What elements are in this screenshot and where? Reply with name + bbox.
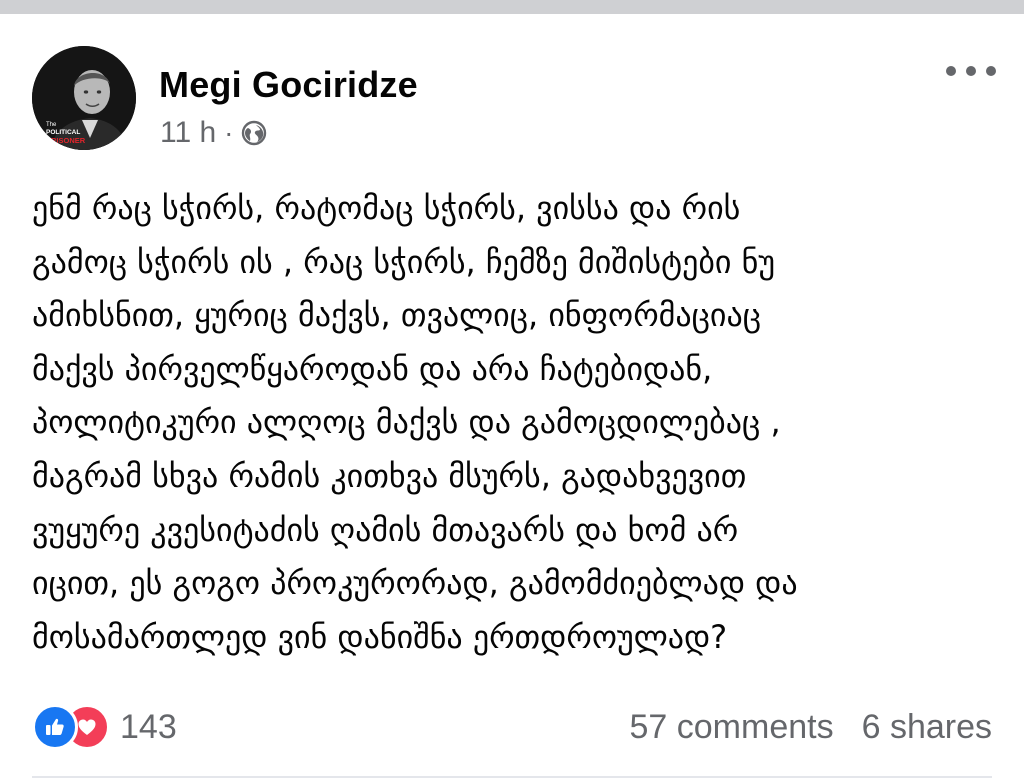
reaction-count: 143: [120, 707, 177, 746]
engagement-counts: 57 comments 6 shares: [630, 708, 993, 747]
like-icon: [32, 704, 78, 750]
author-avatar[interactable]: The POLITICAL PRISONER: [32, 46, 136, 150]
more-dot: [966, 66, 976, 76]
post-timestamp[interactable]: 11 h: [160, 116, 216, 150]
top-divider-strip: [0, 0, 1024, 14]
reactions-summary[interactable]: 143: [32, 704, 177, 750]
avatar-image: The POLITICAL PRISONER: [32, 46, 136, 150]
shares-count-link[interactable]: 6 shares: [862, 708, 992, 747]
author-name[interactable]: Megi Gociridze: [159, 64, 418, 106]
more-dot: [946, 66, 956, 76]
meta-separator: ·: [224, 117, 234, 148]
post-body-text: ენმ რაც სჭირს, რატომაც სჭირს, ვისსა და რ…: [32, 189, 798, 656]
facebook-post: The POLITICAL PRISONER Megi Gociridze 11…: [0, 14, 1024, 779]
avatar-caption-1: The: [46, 122, 57, 128]
post-meta: 11 h ·: [160, 116, 267, 150]
avatar-caption-3: PRISONER: [46, 136, 86, 145]
globe-icon: [241, 120, 267, 146]
comments-count-link[interactable]: 57 comments: [630, 708, 834, 747]
divider: [32, 776, 992, 778]
more-options-icon[interactable]: [946, 60, 996, 82]
avatar-caption-2: POLITICAL: [46, 129, 80, 136]
more-dot: [986, 66, 996, 76]
